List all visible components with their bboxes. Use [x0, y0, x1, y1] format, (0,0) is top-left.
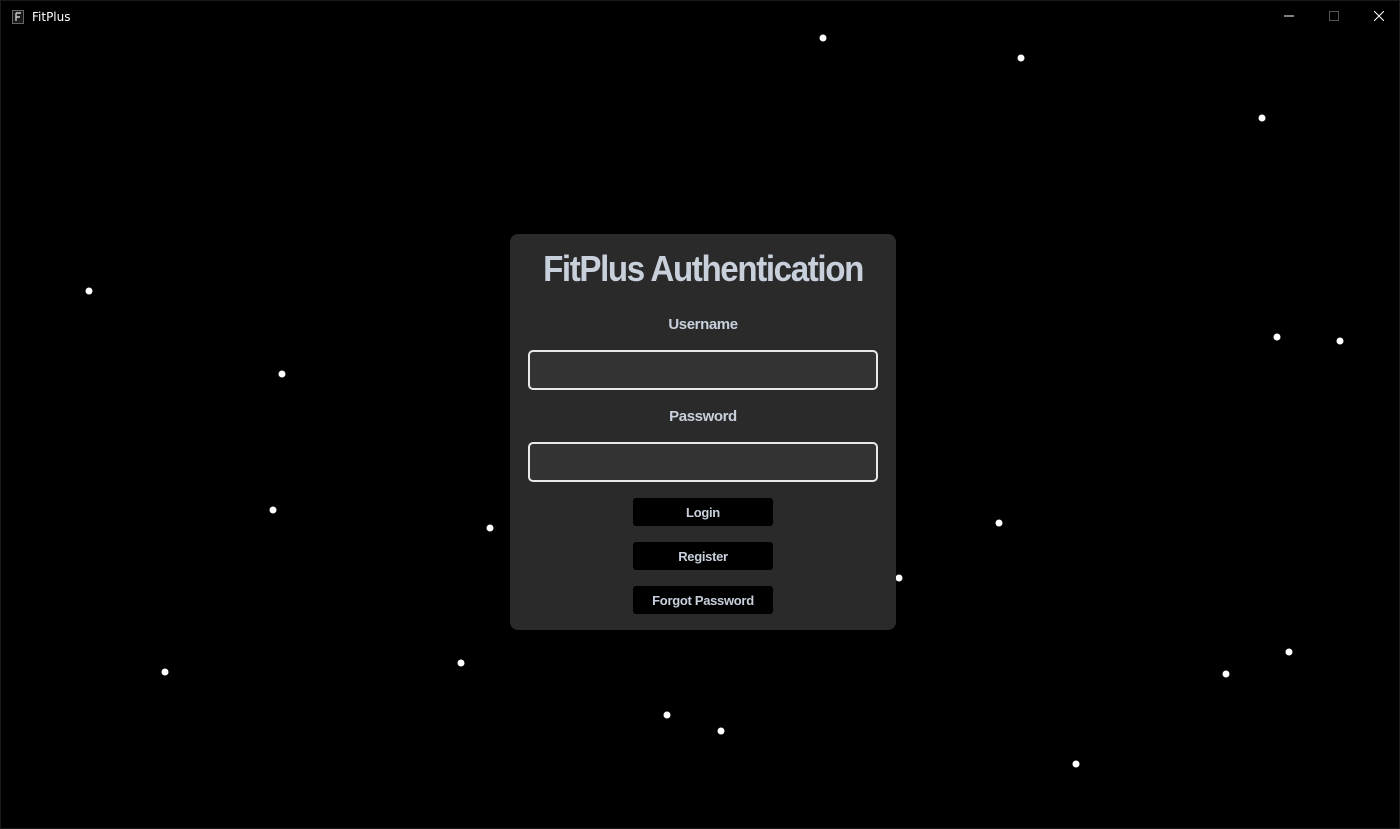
- forgot-password-button[interactable]: Forgot Password: [633, 586, 773, 614]
- star: [663, 711, 671, 719]
- username-input[interactable]: [528, 350, 878, 390]
- close-button[interactable]: [1356, 1, 1399, 32]
- star: [1273, 333, 1281, 341]
- star: [1258, 114, 1266, 122]
- minimize-button[interactable]: [1266, 1, 1311, 32]
- star: [819, 34, 827, 42]
- star: [717, 727, 725, 735]
- register-button[interactable]: Register: [633, 542, 773, 570]
- minimize-icon: [1283, 8, 1294, 26]
- star: [1336, 337, 1344, 345]
- window-controls: [1266, 1, 1399, 32]
- star: [269, 506, 277, 514]
- star: [1017, 54, 1025, 62]
- star: [995, 519, 1003, 527]
- password-label: Password: [669, 408, 737, 425]
- fitplus-app-icon: [12, 9, 24, 24]
- password-input[interactable]: [528, 442, 878, 482]
- panel-title: FitPlus Authentication: [543, 248, 864, 289]
- star: [486, 524, 494, 532]
- star: [895, 574, 903, 582]
- star: [278, 370, 286, 378]
- authentication-panel: FitPlus Authentication Username Password…: [510, 234, 896, 630]
- star: [457, 659, 465, 667]
- maximize-button[interactable]: [1311, 1, 1356, 32]
- username-label: Username: [668, 316, 738, 333]
- maximize-icon: [1328, 8, 1339, 26]
- close-icon: [1373, 8, 1384, 26]
- star: [161, 668, 169, 676]
- window-title: FitPlus: [32, 9, 71, 24]
- star: [85, 287, 93, 295]
- title-bar[interactable]: FitPlus: [1, 1, 1399, 32]
- star: [1285, 648, 1293, 656]
- star: [1072, 760, 1080, 768]
- app-window: FitPlus FitPlus Authentication Username: [0, 0, 1400, 829]
- login-button[interactable]: Login: [633, 498, 773, 526]
- star: [1222, 670, 1230, 678]
